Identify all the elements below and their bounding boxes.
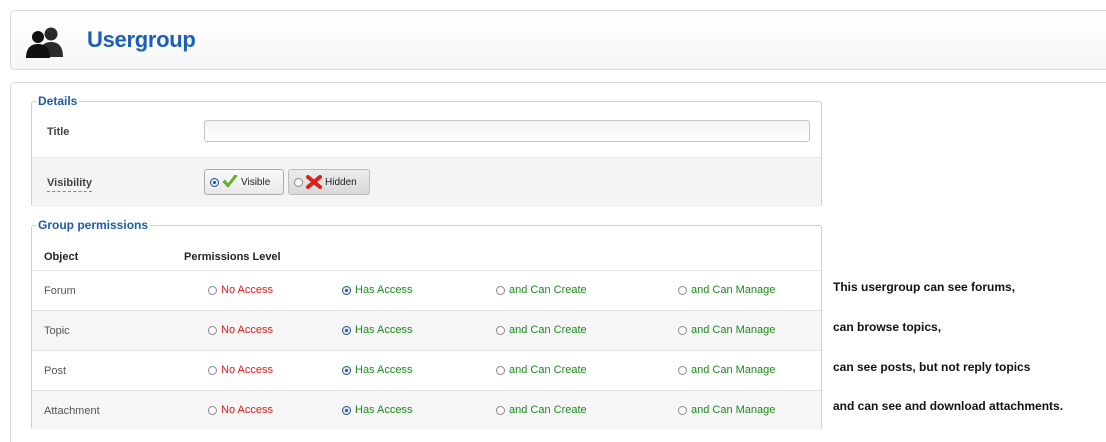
has-access-label: Has Access — [355, 364, 413, 376]
can-create-label: and Can Create — [509, 364, 587, 376]
visible-radio[interactable] — [210, 177, 219, 187]
row-object-label: Attachment — [44, 405, 100, 417]
red-x-icon — [306, 175, 322, 189]
has-access-option[interactable]: Has Access — [342, 404, 412, 416]
can-create-option[interactable]: and Can Create — [496, 284, 587, 296]
can-manage-label: and Can Manage — [691, 404, 776, 416]
visible-option[interactable]: Visible — [204, 169, 284, 195]
details-fieldset: Details Title Visibility Visible Hidden — [31, 94, 822, 207]
hidden-option[interactable]: Hidden — [288, 169, 370, 195]
can-manage-label: and Can Manage — [691, 324, 776, 336]
can-manage-label: and Can Manage — [691, 284, 776, 296]
no-access-radio[interactable] — [208, 365, 217, 375]
no-access-radio[interactable] — [208, 325, 217, 335]
has-access-label: Has Access — [355, 284, 413, 296]
has-access-radio[interactable] — [342, 325, 351, 335]
details-legend: Details — [36, 94, 80, 108]
col-level-header: Permissions Level — [184, 251, 281, 263]
no-access-option[interactable]: No Access — [208, 364, 273, 376]
checkmark-icon — [222, 175, 238, 188]
no-access-label: No Access — [221, 284, 273, 296]
can-manage-label: and Can Manage — [691, 364, 776, 376]
can-manage-option[interactable]: and Can Manage — [678, 324, 775, 336]
no-access-label: No Access — [221, 324, 273, 336]
can-manage-radio[interactable] — [678, 405, 687, 415]
table-row: Post No Access Has Access and Can Create and… — [32, 350, 821, 390]
table-row: Forum No Access Has Access and Can Create an… — [32, 270, 821, 310]
can-create-option[interactable]: and Can Create — [496, 324, 587, 336]
can-create-label: and Can Create — [509, 324, 587, 336]
visible-label: Visible — [241, 176, 271, 188]
can-manage-radio[interactable] — [678, 285, 687, 295]
no-access-label: No Access — [221, 364, 273, 376]
can-manage-radio[interactable] — [678, 325, 687, 335]
can-create-option[interactable]: and Can Create — [496, 404, 587, 416]
hidden-radio[interactable] — [294, 177, 303, 187]
note-post: can see posts, but not reply topics — [833, 360, 1031, 374]
has-access-label: Has Access — [355, 404, 413, 416]
permissions-legend: Group permissions — [36, 218, 151, 232]
has-access-option[interactable]: Has Access — [342, 364, 412, 376]
can-create-radio[interactable] — [496, 285, 505, 295]
has-access-radio[interactable] — [342, 405, 351, 415]
col-object-header: Object — [44, 251, 79, 263]
has-access-radio[interactable] — [342, 285, 351, 295]
title-label: Title — [47, 126, 70, 138]
can-create-option[interactable]: and Can Create — [496, 364, 587, 376]
can-manage-option[interactable]: and Can Manage — [678, 364, 775, 376]
permissions-fieldset: Group permissions Object Permissions Lev… — [31, 218, 822, 430]
note-attachment: and can see and download attachments. — [833, 399, 1064, 413]
no-access-label: No Access — [221, 404, 273, 416]
note-forum: This usergroup can see forums, — [833, 280, 1016, 294]
can-create-label: and Can Create — [509, 404, 587, 416]
no-access-option[interactable]: No Access — [208, 324, 273, 336]
has-access-option[interactable]: Has Access — [342, 324, 412, 336]
permissions-table: Object Permissions Level Forum No Access H… — [32, 240, 821, 430]
no-access-option[interactable]: No Access — [208, 284, 273, 296]
can-create-radio[interactable] — [496, 325, 505, 335]
visibility-label: Visibility — [47, 177, 93, 192]
no-access-radio[interactable] — [208, 405, 217, 415]
title-input[interactable] — [204, 120, 810, 142]
row-object-label: Topic — [44, 325, 70, 337]
can-create-radio[interactable] — [496, 365, 505, 375]
can-create-label: and Can Create — [509, 284, 587, 296]
table-row: Topic No Access Has Access and Can Create an… — [32, 310, 821, 350]
has-access-option[interactable]: Has Access — [342, 284, 412, 296]
can-manage-option[interactable]: and Can Manage — [678, 404, 775, 416]
row-object-label: Forum — [44, 285, 76, 297]
can-manage-option[interactable]: and Can Manage — [678, 284, 775, 296]
note-topic: can browse topics, — [833, 320, 942, 334]
has-access-radio[interactable] — [342, 365, 351, 375]
hidden-label: Hidden — [325, 176, 357, 188]
visibility-row: Visibility Visible Hidden — [32, 157, 821, 207]
page-title: Usergroup — [87, 27, 196, 52]
no-access-option[interactable]: No Access — [208, 404, 273, 416]
no-access-radio[interactable] — [208, 285, 217, 295]
row-object-label: Post — [44, 365, 67, 377]
has-access-label: Has Access — [355, 324, 413, 336]
users-icon — [26, 27, 63, 58]
can-manage-radio[interactable] — [678, 365, 687, 375]
table-row: Attachment No Access Has Access and Can Cre… — [32, 390, 821, 430]
can-create-radio[interactable] — [496, 405, 505, 415]
page-header: Usergroup — [10, 10, 1106, 70]
table-header: Object Permissions Level — [32, 240, 821, 270]
